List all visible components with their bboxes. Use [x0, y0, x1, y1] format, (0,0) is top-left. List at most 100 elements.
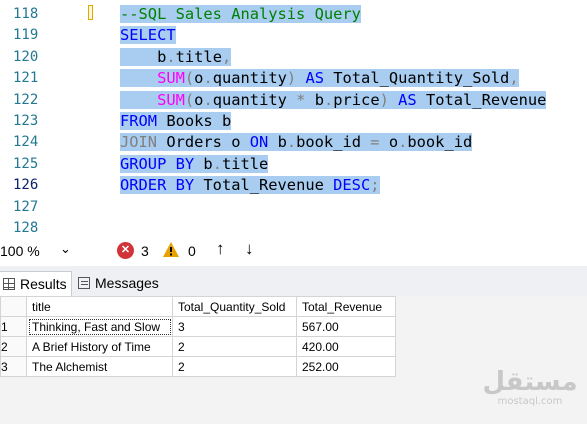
column-header-title[interactable]: title	[26, 296, 173, 317]
code-token: .	[212, 154, 222, 173]
code-line[interactable]: GROUP BY b.title	[120, 154, 269, 175]
code-line[interactable]: b.title,	[120, 47, 232, 68]
table-row[interactable]: 1 Thinking, Fast and Slow 3 567.00	[0, 316, 396, 337]
column-header-total-revenue[interactable]: Total_Revenue	[296, 296, 396, 317]
selected-text[interactable]: JOIN Orders o ON b.book_id = o.book_id	[120, 133, 473, 152]
row-number[interactable]: 1	[0, 316, 27, 337]
cell-total-revenue[interactable]: 567.00	[296, 316, 396, 337]
code-token: AS	[305, 69, 324, 88]
code-token: FROM	[120, 112, 158, 130]
cell-total-revenue[interactable]: 252.00	[296, 356, 396, 377]
code-token: .	[398, 133, 408, 152]
table-row[interactable]: 2 A Brief History of Time 2 420.00	[0, 336, 396, 357]
query-editor[interactable]: 118 119 120 121 122 123 124 125 126 127 128 --SQL …	[0, 0, 587, 238]
code-line[interactable]: --SQL Sales Analysis Query	[120, 4, 361, 25]
code-token: (	[184, 90, 195, 109]
results-header-row: title Total_Quantity_Sold Total_Revenue	[0, 296, 396, 317]
code-token: quantity	[212, 69, 287, 88]
column-header-total-quantity-sold[interactable]: Total_Quantity_Sold	[172, 296, 297, 317]
selected-text[interactable]: SUM(o.quantity) AS Total_Quantity_Sold,	[120, 69, 519, 88]
code-token: Total_Revenue	[416, 90, 547, 109]
previous-issue-arrow-icon[interactable]: ↑	[216, 239, 225, 259]
code-token: JOIN	[120, 133, 158, 152]
cell-total-quantity-sold[interactable]: 2	[172, 336, 297, 357]
code-token: =	[370, 133, 380, 152]
selected-text[interactable]: GROUP BY b.title	[120, 154, 269, 173]
code-token: title	[221, 154, 269, 173]
code-line[interactable]: SUM(o.quantity) AS Total_Quantity_Sold,	[120, 68, 519, 89]
code-line[interactable]: FROM Books b	[120, 111, 232, 132]
code-token: b	[194, 154, 213, 173]
tab-results[interactable]: Results	[0, 271, 72, 296]
code-token: .	[203, 90, 213, 109]
code-line[interactable]: ORDER BY Total_Revenue DESC;	[120, 175, 380, 196]
code-token: quantity	[212, 90, 297, 109]
code-token: ,	[509, 69, 519, 88]
cell-title[interactable]: Thinking, Fast and Slow	[26, 316, 173, 337]
zoom-dropdown-chevron-icon[interactable]: ⌄	[60, 241, 71, 257]
code-token: DESC	[333, 176, 371, 195]
code-token: book_id	[407, 133, 473, 152]
cell-total-revenue[interactable]: 420.00	[296, 336, 396, 357]
next-issue-arrow-icon[interactable]: ↓	[245, 239, 254, 259]
code-token: (	[184, 69, 195, 88]
code-line[interactable]: SUM(o.quantity * b.price) AS Total_Reven…	[120, 90, 547, 111]
code-token: .	[323, 90, 334, 109]
row-number[interactable]: 3	[0, 356, 27, 377]
selected-text[interactable]: SELECT	[120, 26, 176, 45]
code-token: Books b	[157, 112, 232, 130]
editor-status-bar: 100 % ⌄ ✕ 3 0 ↑ ↓	[0, 238, 587, 266]
watermark-logo: مستقل mostaql.com	[480, 368, 580, 408]
cell-total-quantity-sold[interactable]: 2	[172, 356, 297, 377]
watermark-latin-text: mostaql.com	[497, 396, 563, 407]
line-number: 121	[13, 70, 39, 87]
line-number: 125	[13, 155, 39, 172]
tab-messages[interactable]: Messages	[72, 271, 160, 295]
selected-text[interactable]: FROM Books b	[120, 112, 232, 130]
code-token: Orders o	[157, 133, 250, 152]
tab-results-label: Results	[20, 276, 67, 292]
zoom-level[interactable]: 100 %	[0, 243, 40, 259]
error-count[interactable]: 3	[141, 243, 149, 259]
code-token: GROUP BY	[120, 154, 195, 173]
cell-total-quantity-sold[interactable]: 3	[172, 316, 297, 337]
code-token: .	[166, 47, 176, 66]
selected-text[interactable]: SUM(o.quantity * b.price) AS Total_Reven…	[120, 90, 547, 109]
warning-icon[interactable]	[162, 241, 180, 258]
code-token: AS	[398, 90, 417, 109]
code-token: SELECT	[120, 26, 176, 45]
warning-count[interactable]: 0	[188, 243, 196, 259]
code-token: book_id	[296, 133, 371, 152]
code-token: SUM	[157, 90, 185, 109]
code-token: ORDER BY	[120, 176, 195, 195]
error-icon[interactable]: ✕	[117, 242, 134, 259]
results-grid[interactable]: title Total_Quantity_Sold Total_Revenue …	[0, 296, 396, 377]
line-number: 122	[13, 91, 39, 108]
line-number: 128	[13, 220, 39, 236]
line-number: 118	[13, 6, 39, 22]
selected-text[interactable]: ORDER BY Total_Revenue DESC;	[120, 176, 380, 195]
selected-text[interactable]: b.title,	[120, 47, 232, 66]
code-line[interactable]: SELECT	[120, 25, 176, 46]
line-number: 120	[13, 48, 39, 65]
row-number-header[interactable]	[0, 296, 27, 317]
code-token: o	[379, 133, 399, 152]
code-token: price	[333, 90, 380, 109]
cell-title[interactable]: The Alchemist	[26, 356, 173, 377]
code-token: Total_Revenue	[194, 176, 334, 195]
row-number[interactable]: 2	[0, 336, 27, 357]
code-line[interactable]: JOIN Orders o ON b.book_id = o.book_id	[120, 132, 473, 153]
code-token: ,	[221, 47, 232, 66]
cell-title[interactable]: A Brief History of Time	[26, 336, 173, 357]
selected-text[interactable]: --SQL Sales Analysis Query	[120, 5, 361, 23]
tab-messages-label: Messages	[95, 275, 159, 291]
code-token: title	[175, 47, 222, 66]
line-number: 126	[13, 177, 39, 194]
code-token: SUM	[157, 69, 185, 88]
table-row[interactable]: 3 The Alchemist 2 252.00	[0, 356, 396, 377]
line-number: 123	[13, 113, 39, 129]
code-token: b	[305, 90, 324, 109]
line-number: 119	[13, 27, 39, 44]
